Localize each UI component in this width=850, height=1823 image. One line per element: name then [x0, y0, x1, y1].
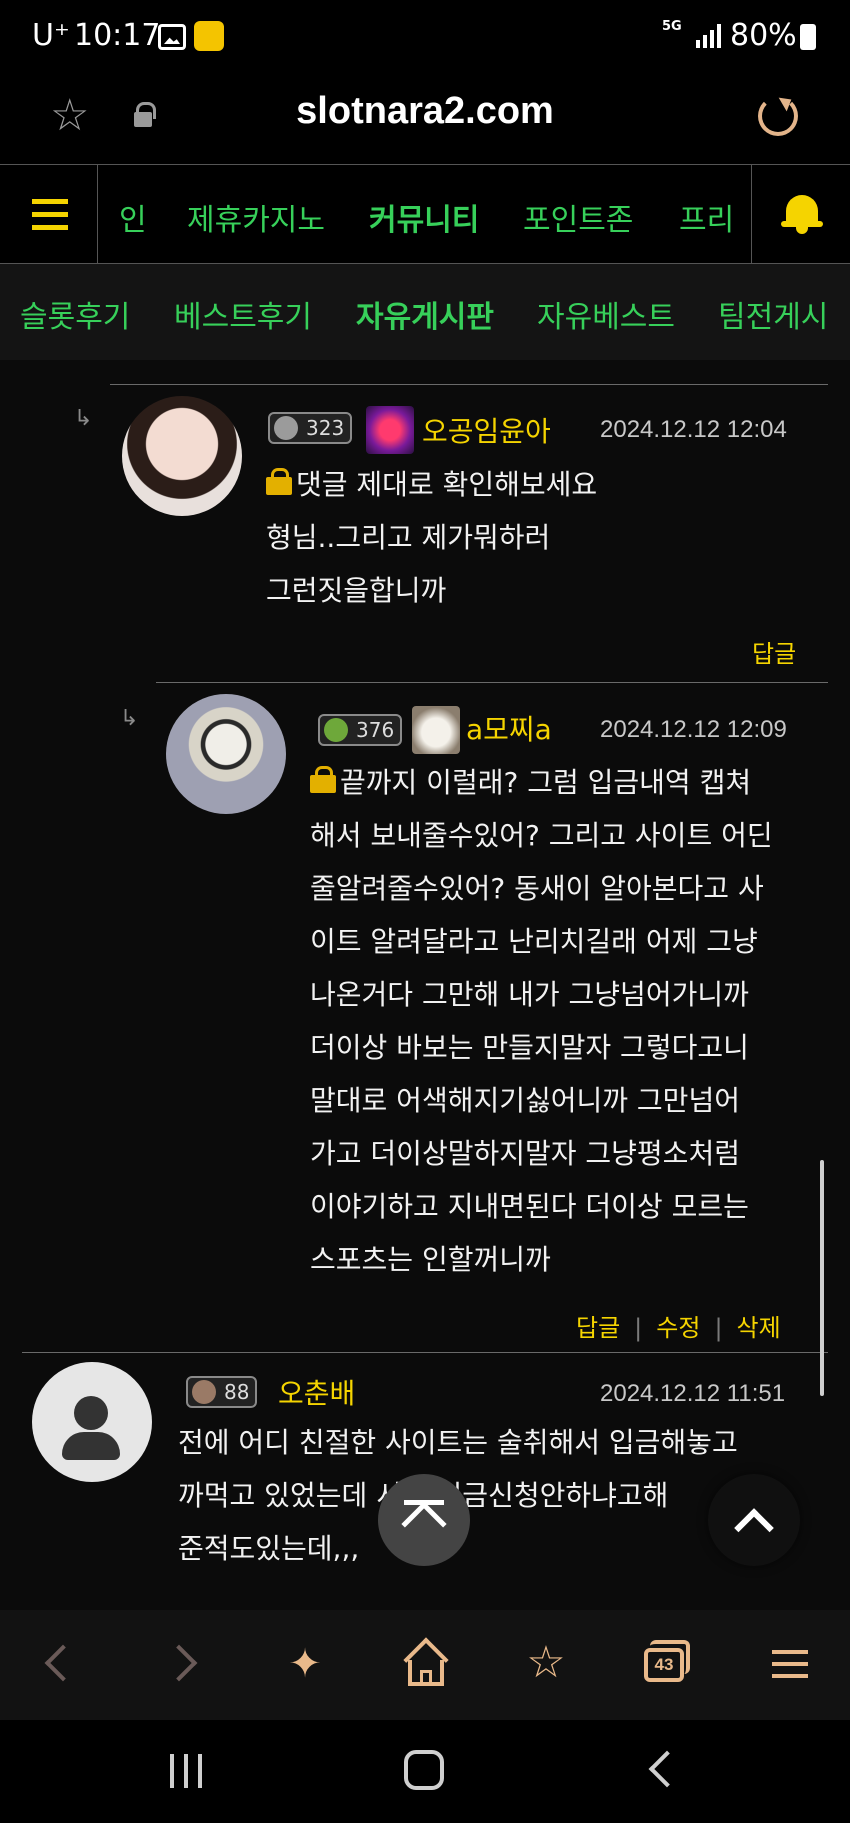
bookmarks-star-icon[interactable]: ☆ — [516, 1634, 576, 1694]
tabs-button[interactable]: 43 — [636, 1634, 696, 1694]
scroll-up-button[interactable] — [378, 1474, 470, 1566]
edit-button[interactable]: 수정 — [656, 1314, 700, 1342]
sub-item-team-board[interactable]: 팀전게시 — [718, 292, 828, 336]
comment-item: ↳ 323 오공임윤아 2024.12.12 12:04 댓글 제대로 확인해보… — [0, 360, 850, 680]
member-icon — [412, 706, 460, 754]
nav-item-partner-casino[interactable]: 제휴카지노 — [187, 195, 325, 239]
system-nav-bar — [0, 1720, 850, 1823]
sub-item-free-board[interactable]: 자유게시판 — [356, 292, 494, 336]
browser-toolbar: ✦ ☆ 43 — [0, 1610, 850, 1720]
default-user-icon — [74, 1396, 108, 1430]
comment-list: ↳ 323 오공임윤아 2024.12.12 12:04 댓글 제대로 확인해보… — [0, 360, 850, 1610]
chevron-up-icon — [734, 1508, 774, 1548]
status-bar: U⁺ 10:17 5G 80% — [0, 0, 850, 74]
nav-item-point-zone[interactable]: 포인트존 — [523, 195, 633, 239]
hamburger-menu-button[interactable] — [0, 165, 98, 265]
level-badge: 88 — [186, 1376, 258, 1408]
avatar[interactable] — [122, 396, 242, 516]
avatar[interactable] — [32, 1362, 152, 1482]
nickname[interactable]: 오춘배 — [278, 1372, 355, 1412]
scrollbar[interactable] — [820, 1160, 824, 1396]
comment-body: 댓글 제대로 확인해보세요 형님..그리고 제가뭐하러 그런짓을합니까 — [266, 468, 598, 607]
carrier-label: U⁺ — [32, 18, 70, 53]
sub-item-free-best[interactable]: 자유베스트 — [537, 292, 675, 336]
delete-button[interactable]: 삭제 — [737, 1314, 781, 1342]
signal-icon — [696, 24, 722, 48]
reply-button[interactable]: 답글 — [752, 640, 796, 668]
avatar[interactable] — [166, 694, 286, 814]
home-button[interactable] — [396, 1634, 456, 1694]
comment-date: 2024.12.12 12:09 — [600, 716, 787, 743]
url-text[interactable]: slotnara2.com — [0, 90, 850, 133]
back-to-top-button[interactable] — [708, 1474, 800, 1566]
comment-item: ↳ 376 a모찌a 2024.12.12 12:09 끝까지 이럴래? 그럼 … — [0, 682, 850, 1350]
system-home-button[interactable] — [404, 1750, 444, 1790]
notification-bell-button[interactable] — [751, 165, 850, 265]
forward-button[interactable] — [152, 1634, 212, 1694]
nickname[interactable]: a모찌a — [466, 708, 552, 748]
reply-arrow-icon: ↳ — [120, 706, 139, 731]
chevron-up-icon — [401, 1501, 447, 1547]
system-back-button[interactable] — [648, 1750, 686, 1788]
tab-count: 43 — [644, 1648, 684, 1682]
reload-icon[interactable] — [758, 96, 798, 136]
reply-arrow-icon: ↳ — [74, 406, 93, 431]
level-icon — [324, 718, 348, 742]
level-icon — [274, 416, 298, 440]
lock-icon — [310, 766, 336, 794]
gallery-notification-icon — [158, 24, 186, 50]
comment-date: 2024.12.12 12:04 — [600, 416, 787, 443]
level-icon — [192, 1380, 216, 1404]
battery-icon — [800, 24, 816, 50]
bell-icon — [786, 195, 818, 223]
main-nav: 인 제휴카지노 커뮤니티 포인트존 프리 — [0, 164, 850, 265]
level-badge: 323 — [268, 412, 353, 444]
nickname[interactable]: 오공임윤아 — [422, 410, 551, 450]
battery-percent: 80% — [730, 18, 797, 53]
back-button[interactable] — [28, 1634, 88, 1694]
nav-item-login[interactable]: 인 — [119, 195, 147, 239]
comment-actions: 답글 — [752, 634, 796, 669]
address-bar: ☆ slotnara2.com — [0, 74, 850, 164]
level-badge: 376 — [318, 714, 403, 746]
nav-item-free[interactable]: 프리 — [679, 195, 734, 239]
browser-menu-button[interactable] — [760, 1634, 820, 1694]
recent-apps-button[interactable] — [170, 1754, 206, 1788]
app-notification-icon — [194, 21, 224, 51]
main-nav-tabs: 인 제휴카지노 커뮤니티 포인트존 프리 — [99, 165, 751, 265]
network-type-icon: 5G — [662, 19, 682, 34]
comment-body: 끝까지 이럴래? 그럼 입금내역 캡쳐 해서 보내줄수있어? 그리고 사이트 어… — [310, 766, 773, 1276]
member-icon — [366, 406, 414, 454]
comment-date: 2024.12.12 11:51 — [600, 1380, 786, 1407]
sub-item-slot-review[interactable]: 슬롯후기 — [20, 292, 130, 336]
sparkle-ai-icon[interactable]: ✦ — [275, 1634, 335, 1694]
nav-item-community[interactable]: 커뮤니티 — [369, 195, 479, 239]
clock: 10:17 — [74, 18, 161, 53]
sub-item-best-review[interactable]: 베스트후기 — [174, 292, 312, 336]
comment-actions: 답글 | 수정 | 삭제 — [576, 1314, 781, 1342]
sub-nav: 슬롯후기 베스트후기 자유게시판 자유베스트 팀전게시 — [0, 264, 850, 360]
reply-button[interactable]: 답글 — [576, 1314, 620, 1342]
lock-icon — [266, 468, 292, 496]
default-user-body — [62, 1432, 120, 1460]
